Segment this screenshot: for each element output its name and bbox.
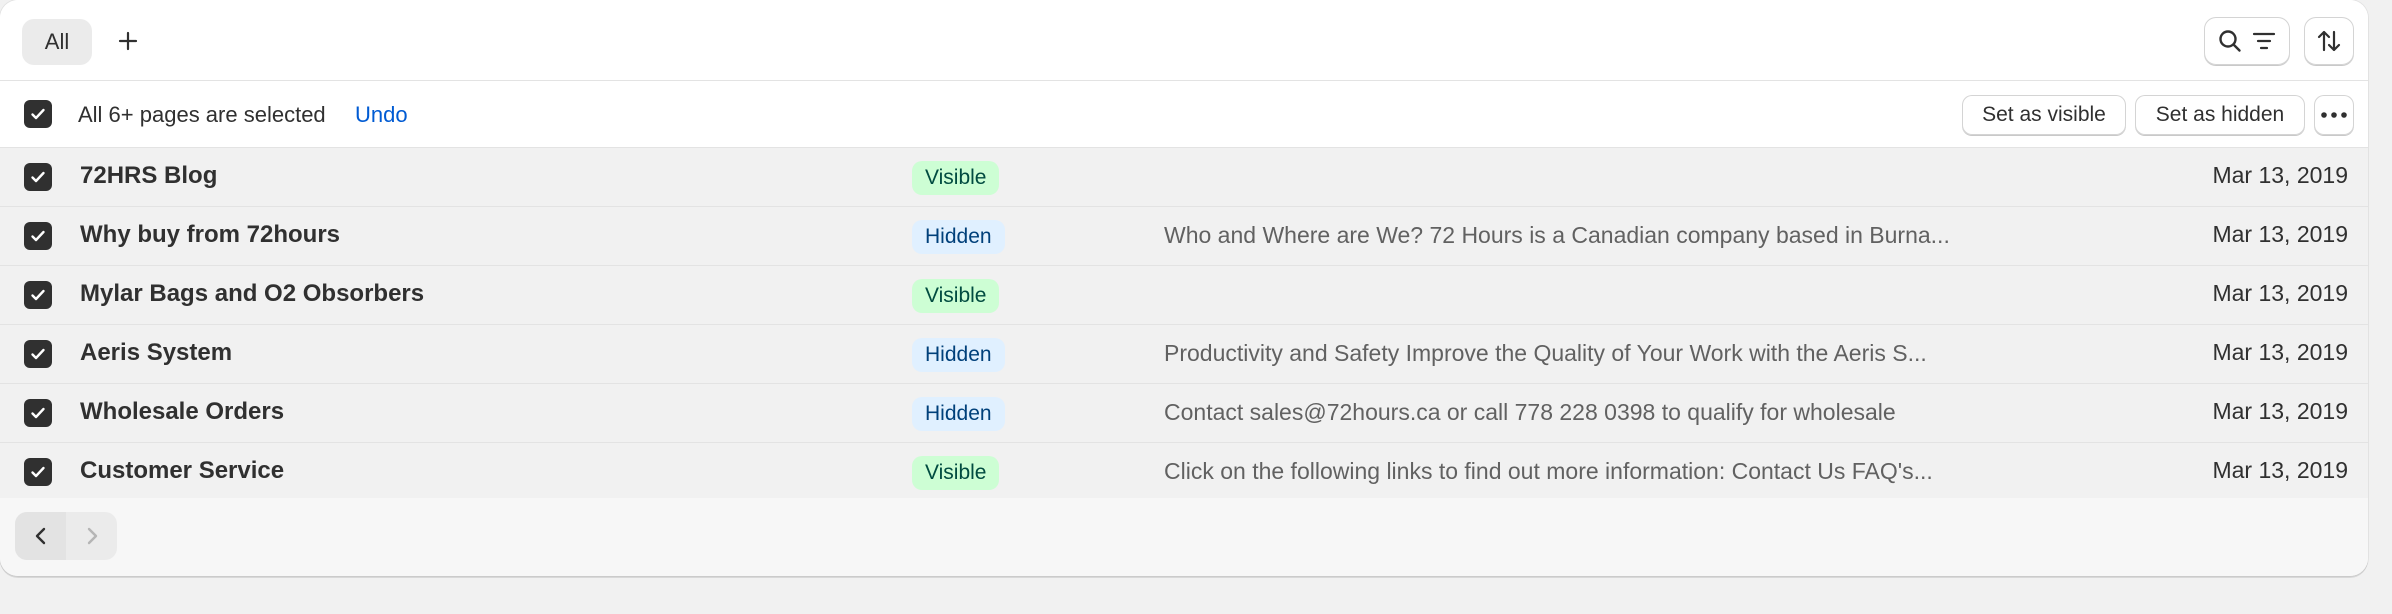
more-actions-button[interactable] [2314, 95, 2354, 135]
check-icon [31, 289, 45, 301]
filter-icon [2252, 32, 2276, 50]
row-checkbox[interactable] [24, 399, 52, 427]
add-view-button[interactable] [108, 21, 148, 61]
pages-index-card: All All 6+ pages are selected Undo Set a… [0, 0, 2368, 576]
updated-date: Mar 13, 2019 [2212, 221, 2348, 247]
view-tabs-bar: All [0, 0, 2368, 81]
table-row[interactable]: Mylar Bags and O2 Obsorbers Visible Mar 13… [0, 266, 2368, 325]
set-visible-button[interactable]: Set as visible [1962, 95, 2126, 135]
status-badge: Hidden [912, 220, 1005, 254]
check-icon [31, 407, 45, 419]
select-all-checkbox[interactable] [24, 100, 52, 128]
table-row[interactable]: Aeris System Hidden Productivity and Safet… [0, 325, 2368, 384]
check-icon [31, 348, 45, 360]
plus-icon [118, 31, 138, 51]
chevron-right-icon [87, 527, 97, 545]
table-row[interactable]: 72HRS Blog Visible Mar 13, 2019 [0, 148, 2368, 207]
updated-date: Mar 13, 2019 [2212, 339, 2348, 365]
page-title[interactable]: Customer Service [80, 457, 284, 485]
table-row[interactable]: Customer Service Visible Click on the foll… [0, 443, 2368, 502]
pagination-footer [0, 498, 2368, 576]
set-hidden-button[interactable]: Set as hidden [2135, 95, 2305, 135]
sort-button[interactable] [2304, 17, 2354, 65]
status-badge: Visible [912, 279, 1000, 313]
page-title[interactable]: Why buy from 72hours [80, 221, 340, 249]
updated-date: Mar 13, 2019 [2212, 280, 2348, 306]
pages-table-body: 72HRS Blog Visible Mar 13, 2019 Why buy fro… [0, 148, 2368, 502]
page-title[interactable]: Mylar Bags and O2 Obsorbers [80, 280, 424, 308]
search-filter-button[interactable] [2204, 17, 2290, 65]
status-badge: Hidden [912, 338, 1005, 372]
check-icon [31, 230, 45, 242]
search-icon [2219, 30, 2241, 52]
updated-date: Mar 13, 2019 [2212, 398, 2348, 424]
tab-all[interactable]: All [22, 19, 92, 65]
page-content-preview: Click on the following links to find out… [1164, 458, 1933, 484]
updated-date: Mar 13, 2019 [2212, 457, 2348, 483]
status-badge: Visible [912, 161, 1000, 195]
row-checkbox[interactable] [24, 458, 52, 486]
check-icon [31, 171, 45, 183]
row-checkbox[interactable] [24, 281, 52, 309]
row-checkbox[interactable] [24, 340, 52, 368]
pagination [15, 512, 117, 560]
row-checkbox[interactable] [24, 163, 52, 191]
table-row[interactable]: Why buy from 72hours Hidden Who and Where … [0, 207, 2368, 266]
bulk-actions-bar: All 6+ pages are selected Undo Set as vi… [0, 81, 2368, 148]
page-title[interactable]: 72HRS Blog [80, 162, 217, 190]
selection-summary: All 6+ pages are selected [78, 102, 326, 127]
more-horizontal-icon [2321, 112, 2347, 118]
chevron-left-icon [35, 527, 45, 545]
page-title[interactable]: Aeris System [80, 339, 232, 367]
page-content-preview: Productivity and Safety Improve the Qual… [1164, 340, 1927, 366]
updated-date: Mar 13, 2019 [2212, 162, 2348, 188]
check-icon [31, 108, 45, 120]
page-content-preview: Who and Where are We? 72 Hours is a Cana… [1164, 222, 1950, 248]
table-row[interactable]: Wholesale Orders Hidden Contact sales@72ho… [0, 384, 2368, 443]
undo-link[interactable]: Undo [355, 102, 408, 128]
check-icon [31, 466, 45, 478]
previous-page-button[interactable] [15, 512, 66, 560]
status-badge: Visible [912, 456, 1000, 490]
status-badge: Hidden [912, 397, 1005, 431]
page-content-preview: Contact sales@72hours.ca or call 778 228… [1164, 399, 1896, 425]
row-checkbox[interactable] [24, 222, 52, 250]
next-page-button[interactable] [66, 512, 117, 560]
page-title[interactable]: Wholesale Orders [80, 398, 284, 426]
sort-icon [2317, 30, 2341, 52]
